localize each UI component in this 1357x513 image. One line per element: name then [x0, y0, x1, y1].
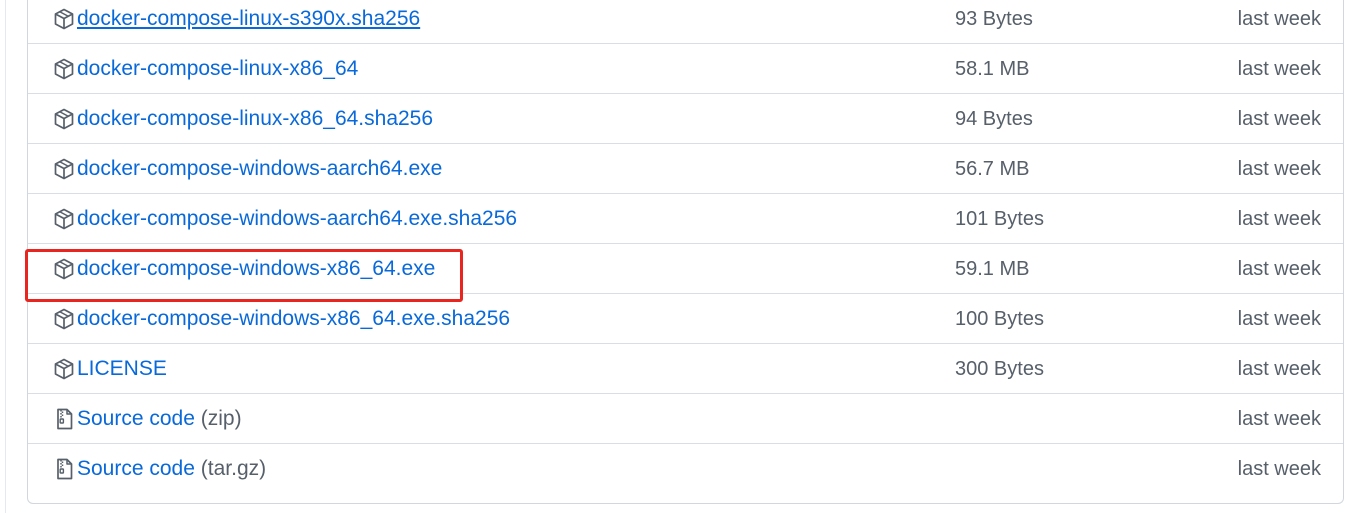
asset-link[interactable]: docker-compose-windows-x86_64.exe.sha256	[77, 307, 510, 331]
package-icon	[54, 308, 74, 330]
asset-row: docker-compose-linux-x86_64 58.1 MB last…	[28, 44, 1343, 94]
asset-link[interactable]: docker-compose-linux-s390x.sha256	[77, 7, 420, 31]
asset-size: 59.1 MB	[955, 258, 1030, 280]
asset-row: docker-compose-linux-s390x.sha256 93 Byt…	[28, 0, 1343, 44]
release-assets-page: docker-compose-linux-s390x.sha256 93 Byt…	[0, 0, 1357, 513]
asset-row: docker-compose-windows-x86_64.exe.sha256…	[28, 294, 1343, 344]
archive-format-label: (zip)	[200, 407, 242, 430]
asset-row: docker-compose-windows-aarch64.exe 56.7 …	[28, 144, 1343, 194]
package-icon	[54, 208, 74, 230]
file-zip-icon	[57, 408, 73, 430]
asset-size: 58.1 MB	[955, 58, 1030, 80]
asset-link[interactable]: LICENSE	[77, 357, 167, 381]
source-code-row: Source code (zip) last week	[28, 394, 1343, 444]
asset-row-highlighted: docker-compose-windows-x86_64.exe 59.1 M…	[28, 244, 1343, 294]
asset-updated-time: last week	[1237, 8, 1321, 30]
asset-updated-time: last week	[1237, 408, 1321, 430]
asset-size: 101 Bytes	[955, 208, 1044, 230]
assets-list: docker-compose-linux-s390x.sha256 93 Byt…	[27, 0, 1344, 504]
package-icon	[54, 108, 74, 130]
asset-link[interactable]: docker-compose-windows-aarch64.exe.sha25…	[77, 207, 517, 231]
asset-updated-time: last week	[1237, 108, 1321, 130]
package-icon	[54, 158, 74, 180]
asset-size: 100 Bytes	[955, 308, 1044, 330]
archive-format-label: (tar.gz)	[200, 457, 267, 480]
source-code-label: Source code	[77, 407, 195, 430]
source-code-targz-link[interactable]: Source code (tar.gz)	[77, 457, 266, 481]
source-code-row: Source code (tar.gz) last week	[28, 444, 1343, 494]
page-edge-divider	[5, 0, 6, 513]
asset-updated-time: last week	[1237, 58, 1321, 80]
asset-updated-time: last week	[1237, 158, 1321, 180]
asset-size: 93 Bytes	[955, 8, 1033, 30]
asset-link[interactable]: docker-compose-linux-x86_64	[77, 57, 358, 81]
asset-row: LICENSE 300 Bytes last week	[28, 344, 1343, 394]
package-icon	[54, 258, 74, 280]
asset-updated-time: last week	[1237, 258, 1321, 280]
asset-updated-time: last week	[1237, 358, 1321, 380]
package-icon	[54, 58, 74, 80]
file-zip-icon	[57, 458, 73, 480]
package-icon	[54, 8, 74, 30]
asset-row: docker-compose-windows-aarch64.exe.sha25…	[28, 194, 1343, 244]
asset-size: 94 Bytes	[955, 108, 1033, 130]
source-code-label: Source code	[77, 457, 195, 480]
asset-link[interactable]: docker-compose-windows-x86_64.exe	[77, 257, 435, 281]
asset-link[interactable]: docker-compose-windows-aarch64.exe	[77, 157, 442, 181]
asset-row: docker-compose-linux-x86_64.sha256 94 By…	[28, 94, 1343, 144]
asset-link[interactable]: docker-compose-linux-x86_64.sha256	[77, 107, 433, 131]
asset-size: 56.7 MB	[955, 158, 1030, 180]
source-code-zip-link[interactable]: Source code (zip)	[77, 407, 242, 431]
asset-updated-time: last week	[1237, 308, 1321, 330]
asset-size: 300 Bytes	[955, 358, 1044, 380]
package-icon	[54, 358, 74, 380]
asset-updated-time: last week	[1237, 208, 1321, 230]
asset-updated-time: last week	[1237, 458, 1321, 480]
